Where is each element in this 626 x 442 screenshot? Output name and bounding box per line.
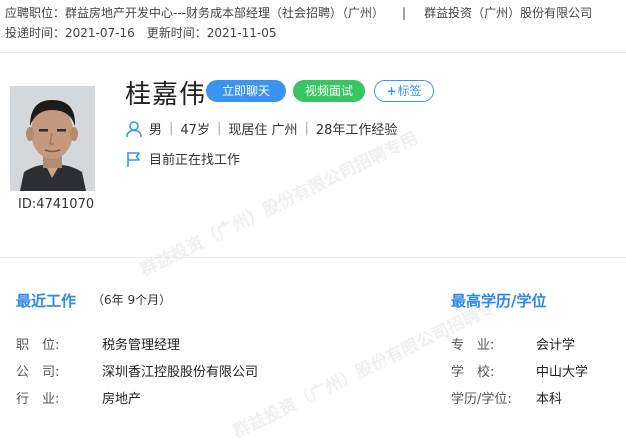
candidate-name: 桂嘉伟 xyxy=(125,80,207,110)
gender: 男 xyxy=(149,123,163,138)
position-applied-value: 群益房地产开发中心---财务成本部经理（社会招聘）（广州） xyxy=(65,6,385,20)
recent-work-duration: （6年 9个月） xyxy=(92,293,172,307)
application-header: 应聘职位：群益房地产开发中心---财务成本部经理（社会招聘）（广州） | 群益投资（… xyxy=(0,0,626,52)
plus-icon: + xyxy=(386,84,397,98)
degree-label: 学历/学位: xyxy=(451,392,512,407)
basic-info: 男 | 47岁 | 现居住 广州 | 28年工作经验 xyxy=(125,119,397,138)
school-label: 学 校: xyxy=(451,365,495,380)
work-company-label: 公 司: xyxy=(16,365,60,380)
video-interview-button[interactable]: 视频面试 xyxy=(293,80,365,102)
residence: 现居住 广州 xyxy=(228,123,298,138)
update-time-label: 更新时间： xyxy=(146,26,207,40)
recent-work-title: 最近工作 xyxy=(16,292,77,310)
job-status-text: 目前正在找工作 xyxy=(149,153,241,168)
tag-label: 标签 xyxy=(397,84,422,98)
position-applied-label: 应聘职位： xyxy=(5,6,66,20)
work-industry-label: 行 业: xyxy=(16,392,60,407)
header-divider-line xyxy=(0,52,626,53)
degree-value: 本科 xyxy=(536,392,563,407)
header-divider: | xyxy=(402,6,407,20)
age: 47岁 xyxy=(180,123,210,138)
time-info-line: 投递时间：2021-07-16 更新时间：2021-11-05 xyxy=(5,24,277,41)
education-title: 最高学历/学位 xyxy=(451,292,547,310)
update-time-value: 2021-11-05 xyxy=(206,26,277,40)
work-company-value: 深圳香江控股股份有限公司 xyxy=(102,365,259,380)
submit-time-value: 2021-07-16 xyxy=(65,26,135,40)
work-position-value: 税务管理经理 xyxy=(102,338,181,353)
submit-time-label: 投递时间： xyxy=(5,26,66,40)
work-industry-value: 房地产 xyxy=(102,392,142,407)
application-info-line: 应聘职位：群益房地产开发中心---财务成本部经理（社会招聘）（广州） | 群益投资（… xyxy=(5,4,592,21)
job-status: 目前正在找工作 xyxy=(125,149,240,168)
major-value: 会计学 xyxy=(536,338,576,353)
candidate-id: ID:4741070 xyxy=(18,197,95,212)
chat-now-button[interactable]: 立即聊天 xyxy=(206,80,286,102)
flag-icon xyxy=(125,150,143,168)
school-value: 中山大学 xyxy=(536,365,589,380)
section-divider xyxy=(0,257,626,258)
person-icon xyxy=(125,120,143,138)
company-name: 群益投资（广州）股份有限公司 xyxy=(424,6,593,20)
work-position-label: 职 位: xyxy=(16,338,60,353)
work-experience: 28年工作经验 xyxy=(315,123,398,138)
add-tag-button[interactable]: +标签 xyxy=(374,80,434,102)
avatar xyxy=(10,86,95,191)
major-label: 专 业: xyxy=(451,338,495,353)
